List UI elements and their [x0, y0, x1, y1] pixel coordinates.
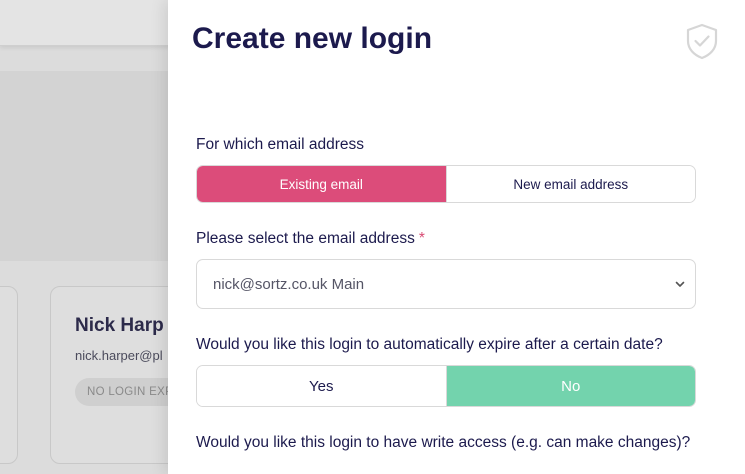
card-user-email: nick.harper@pl: [75, 348, 163, 363]
new-email-button[interactable]: New email address: [445, 166, 695, 202]
email-question-label: For which email address: [196, 136, 364, 153]
shield-check-icon: [686, 23, 718, 60]
email-select[interactable]: nick@sortz.co.uk Main: [196, 259, 696, 309]
required-marker: *: [418, 230, 425, 247]
card-user-name: Nick Harp: [75, 315, 164, 336]
background-card-partial: [0, 286, 18, 464]
drawer-title: Create new login: [192, 22, 433, 55]
select-email-label: Please select the email address *: [196, 230, 425, 248]
email-select-value: nick@sortz.co.uk Main: [213, 275, 365, 293]
expire-toggle: Yes No: [196, 365, 696, 407]
existing-email-button[interactable]: Existing email: [197, 166, 446, 202]
expire-question-label: Would you like this login to automatical…: [196, 336, 663, 353]
select-email-label-text: Please select the email address: [196, 230, 415, 247]
expire-yes-button[interactable]: Yes: [197, 366, 446, 406]
expire-no-button[interactable]: No: [445, 366, 695, 406]
chevron-down-icon: [675, 281, 685, 287]
email-type-toggle: Existing email New email address: [196, 165, 696, 203]
create-login-drawer: Create new login For which email address…: [168, 0, 745, 474]
write-access-question-label: Would you like this login to have write …: [196, 434, 691, 451]
